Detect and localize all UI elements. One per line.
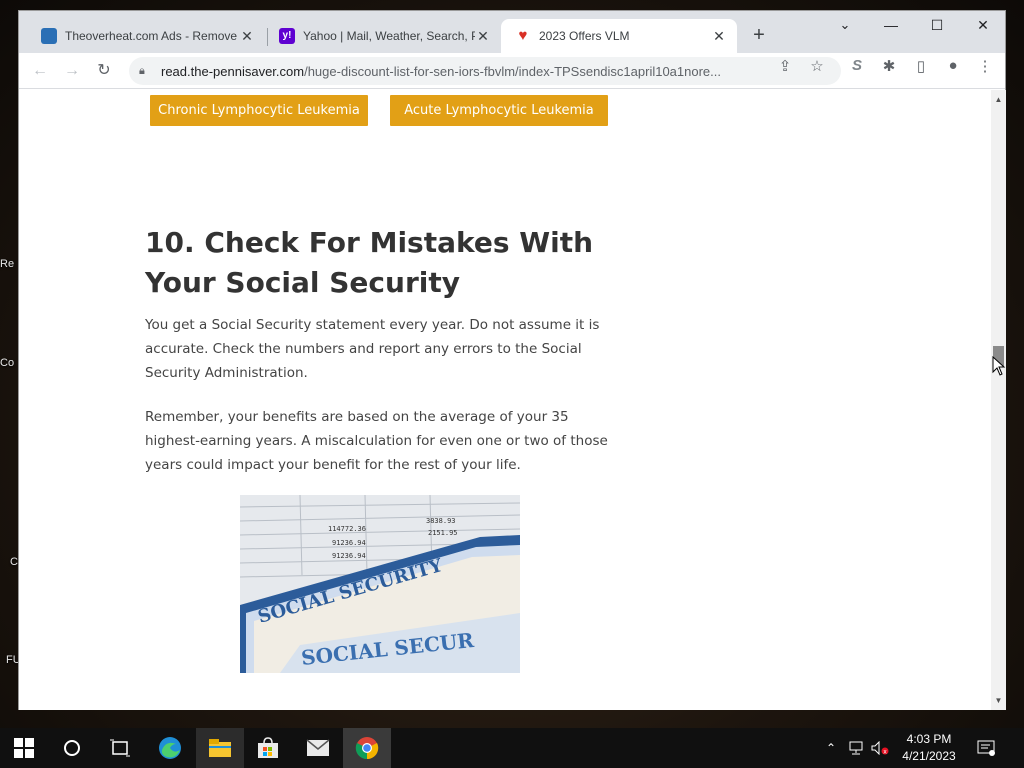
reload-icon[interactable]: ↻	[92, 59, 116, 83]
desktop-icon-label[interactable]: C	[10, 556, 18, 568]
page-content: Chronic Lymphocytic Leukemia Acute Lymph…	[19, 90, 991, 710]
close-window-button[interactable]: ✕	[960, 11, 1006, 41]
tab-title: Yahoo | Mail, Weather, Search, P	[303, 29, 475, 43]
mail-icon[interactable]	[294, 728, 342, 768]
yahoo-favicon-icon: y!	[279, 28, 295, 44]
form-number: 91236.94	[332, 552, 366, 560]
social-security-card-illustration: 114772.36 91236.94 91236.94 3838.93 2151…	[240, 495, 520, 673]
side-panel-icon[interactable]: ▯	[911, 57, 931, 75]
file-explorer-icon[interactable]	[196, 728, 244, 768]
tab-2023-offers[interactable]: ♥ 2023 Offers VLM ✕	[501, 19, 737, 53]
heart-favicon-icon: ♥	[518, 27, 528, 44]
desktop-icon-label[interactable]: Co	[0, 357, 14, 369]
article-heading: 10. Check For Mistakes With Your Social …	[145, 226, 594, 299]
forward-arrow-icon[interactable]: →	[60, 59, 84, 83]
extension-s-icon[interactable]: S	[847, 57, 867, 74]
form-number: 2151.95	[428, 529, 458, 537]
task-view-icon[interactable]	[96, 728, 144, 768]
lock-icon[interactable]: 🔒︎	[139, 65, 153, 78]
clock-time: 4:03 PM	[906, 732, 952, 746]
browser-window: Theoverheat.com Ads - Remove ✕ y! Yahoo …	[18, 10, 1006, 710]
form-number: 91236.94	[332, 539, 366, 547]
tab-title: Theoverheat.com Ads - Remove	[65, 29, 238, 43]
network-icon[interactable]	[846, 728, 866, 768]
tab-yahoo[interactable]: y! Yahoo | Mail, Weather, Search, P ✕	[265, 19, 501, 53]
cortana-search-icon[interactable]	[48, 728, 96, 768]
share-icon[interactable]: ⇪	[775, 57, 795, 75]
maximize-button[interactable]: ☐	[914, 11, 960, 41]
theoverheat-favicon-icon	[41, 28, 57, 44]
scroll-down-arrow-icon[interactable]: ▼	[991, 696, 1006, 705]
notifications-icon[interactable]	[976, 728, 996, 768]
minimize-button[interactable]: —	[868, 11, 914, 41]
windows-taskbar: ⌃ x 4:03 PM 4/21/2023	[0, 728, 1024, 768]
close-tab-icon[interactable]: ✕	[475, 28, 491, 45]
chronic-lymphocytic-leukemia-button[interactable]: Chronic Lymphocytic Leukemia	[150, 95, 368, 126]
extensions-puzzle-icon[interactable]: ✱	[879, 57, 899, 75]
more-menu-icon[interactable]: ⋮	[975, 57, 995, 75]
url-path: /huge-discount-list-for-sen-iors-fbvlm/i…	[304, 63, 721, 79]
desktop-icon-label[interactable]: Re	[0, 258, 14, 270]
microsoft-store-icon[interactable]	[244, 728, 292, 768]
profile-avatar-icon[interactable]: ●	[943, 57, 963, 74]
form-number: 114772.36	[328, 525, 366, 533]
bookmark-star-icon[interactable]: ☆	[807, 57, 827, 75]
close-tab-icon[interactable]: ✕	[711, 28, 727, 45]
close-tab-icon[interactable]: ✕	[239, 28, 255, 45]
social-security-card-image: 114772.36 91236.94 91236.94 3838.93 2151…	[240, 495, 520, 673]
address-bar[interactable]: 🔒︎ read.the-pennisaver.com/huge-discount…	[129, 57, 841, 85]
scroll-up-arrow-icon[interactable]: ▲	[991, 95, 1006, 104]
edge-browser-icon[interactable]	[146, 728, 194, 768]
vertical-scrollbar[interactable]: ▲ ▼	[991, 90, 1006, 710]
tab-search-button[interactable]: ⌄	[822, 11, 868, 41]
tab-theoverheat[interactable]: Theoverheat.com Ads - Remove ✕	[27, 19, 265, 53]
taskbar-clock[interactable]: 4:03 PM 4/21/2023	[884, 731, 974, 765]
new-tab-button[interactable]: +	[747, 24, 771, 47]
form-number: 3838.93	[426, 517, 456, 525]
clock-date: 4/21/2023	[902, 749, 956, 763]
article-paragraph: Remember, your benefits are based on the…	[145, 409, 608, 473]
chrome-browser-icon[interactable]	[343, 728, 391, 768]
tab-title: 2023 Offers VLM	[539, 29, 630, 43]
back-arrow-icon[interactable]: ←	[28, 59, 52, 83]
url-host: read.the-pennisaver.com	[161, 63, 305, 79]
tab-strip: Theoverheat.com Ads - Remove ✕ y! Yahoo …	[19, 11, 1005, 53]
article-paragraph: You get a Social Security statement ever…	[145, 317, 600, 381]
browser-toolbar: ← → ↻ 🔒︎ read.the-pennisaver.com/huge-di…	[19, 53, 1005, 89]
acute-lymphocytic-leukemia-button[interactable]: Acute Lymphocytic Leukemia	[390, 95, 608, 126]
show-hidden-icons-chevron-icon[interactable]: ⌃	[822, 728, 840, 768]
mouse-cursor-icon	[992, 356, 1006, 376]
windows-start-icon[interactable]	[0, 728, 48, 768]
